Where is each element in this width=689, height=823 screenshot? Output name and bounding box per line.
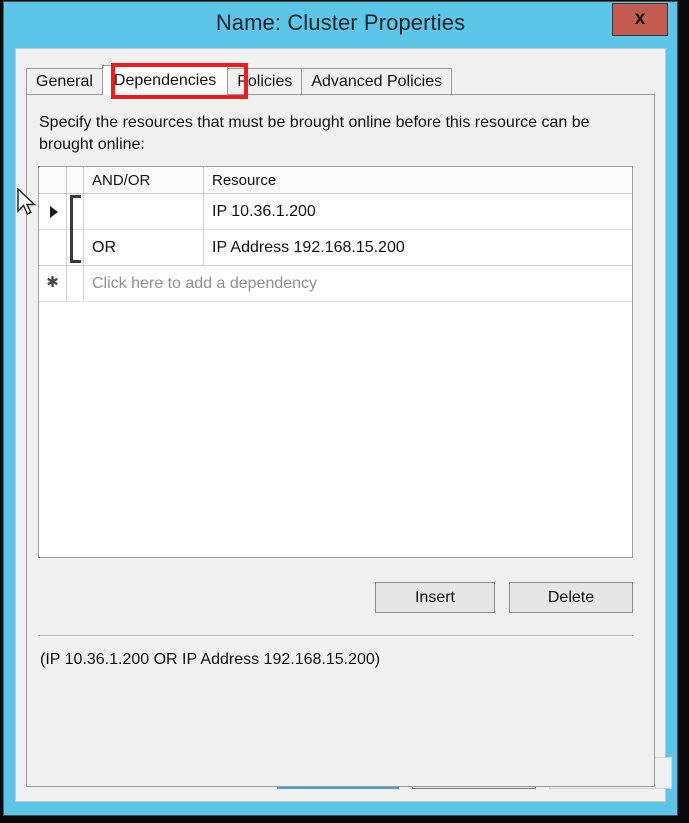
column-header-resource: Resource xyxy=(212,171,277,189)
row-andor-value[interactable]: OR xyxy=(84,230,204,265)
grid-header-row: AND/OR Resource xyxy=(39,167,632,194)
dependency-expression-text: (IP 10.36.1.200 OR IP Address 192.168.15… xyxy=(40,651,381,668)
instructions-text: Specify the resources that must be broug… xyxy=(39,114,590,153)
tab-dependencies[interactable]: Dependencies xyxy=(101,65,229,95)
row-resource-value[interactable]: IP Address 192.168.15.200 xyxy=(204,230,632,265)
tab-policies[interactable]: Policies xyxy=(227,68,303,95)
add-dependency-row[interactable]: ✱ Click here to add a dependency xyxy=(39,266,632,302)
table-row[interactable]: IP 10.36.1.200 xyxy=(39,194,632,230)
column-header-andor: AND/OR xyxy=(84,167,204,193)
delete-button[interactable]: Delete xyxy=(509,582,633,613)
tab-strip: General Dependencies Policies Advanced P… xyxy=(26,65,453,95)
add-dependency-placeholder[interactable]: Click here to add a dependency xyxy=(84,266,632,301)
close-icon: x xyxy=(634,8,646,29)
column-header-selector xyxy=(39,167,67,193)
add-dependency-label: Click here to add a dependency xyxy=(92,274,318,292)
dialog-client-area: Specify the resources that must be broug… xyxy=(15,48,672,802)
asterisk-icon: ✱ xyxy=(46,274,59,291)
horizontal-separator xyxy=(38,635,633,637)
new-row-bracket-cell xyxy=(67,266,84,301)
new-row-indicator-cell: ✱ xyxy=(39,266,67,301)
current-row-arrow-icon xyxy=(49,205,58,218)
tab-advanced-policies[interactable]: Advanced Policies xyxy=(301,68,453,95)
row-andor-value[interactable] xyxy=(84,194,204,229)
window-title: Name: Cluster Properties xyxy=(215,10,466,35)
insert-button[interactable]: Insert xyxy=(375,582,495,613)
close-button[interactable]: x xyxy=(612,3,668,36)
dependency-grid[interactable]: AND/OR Resource IP 10.36.1.200 OR IP Add… xyxy=(38,166,633,558)
row-indicator-cell[interactable] xyxy=(39,230,67,265)
row-bracket-cell xyxy=(67,230,84,265)
row-bracket-cell xyxy=(67,194,84,229)
column-header-bracket xyxy=(67,167,84,193)
tab-page-panel: Specify the resources that must be broug… xyxy=(26,94,655,787)
row-indicator-cell[interactable] xyxy=(39,194,67,229)
title-bar: Name: Cluster Properties x xyxy=(4,2,677,48)
row-resource-value[interactable]: IP 10.36.1.200 xyxy=(204,194,632,229)
tab-general[interactable]: General xyxy=(26,68,103,95)
properties-dialog-window: Name: Cluster Properties x Specify the r… xyxy=(3,1,678,816)
table-row[interactable]: OR IP Address 192.168.15.200 xyxy=(39,230,632,266)
